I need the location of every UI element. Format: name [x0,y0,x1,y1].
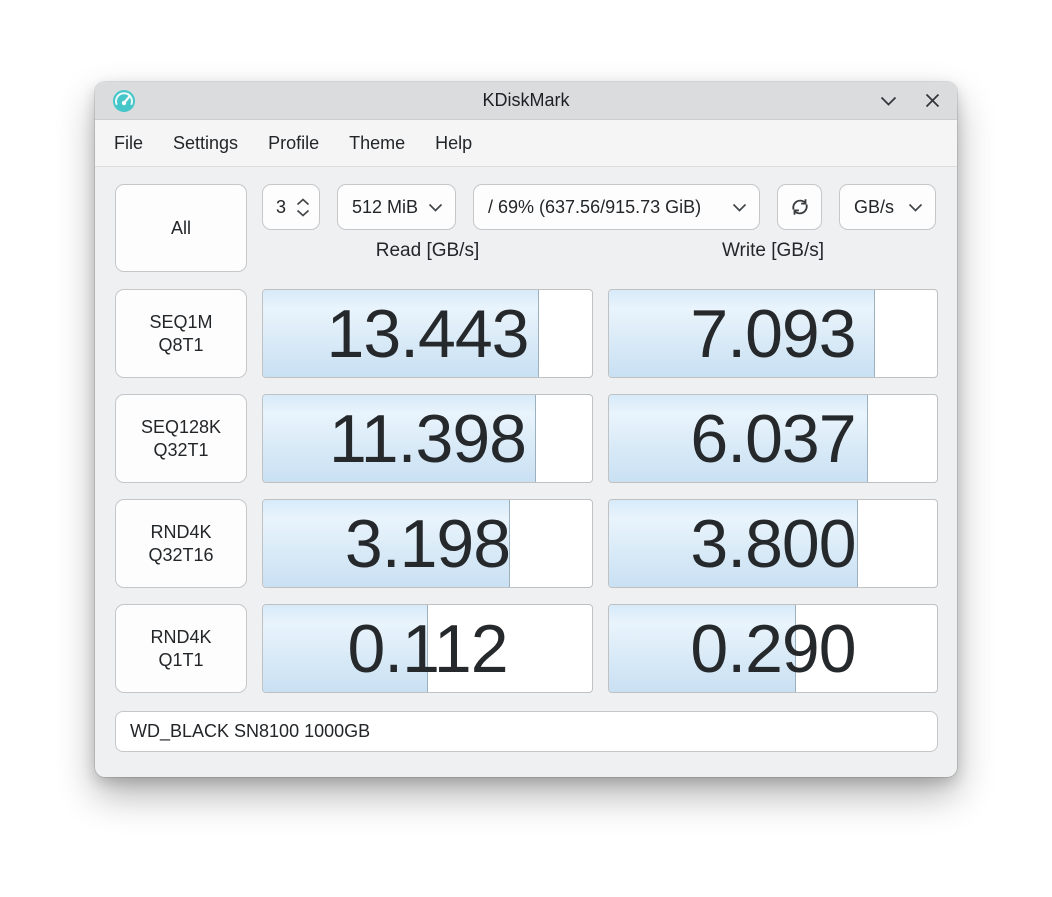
benchmark-row-seq1m-q8t1: SEQ1M Q8T1 13.443 7.093 [115,289,938,378]
close-button[interactable] [921,90,943,112]
write-result-value: 0.290 [609,605,937,692]
run-seq1m-q8t1-button[interactable]: SEQ1M Q8T1 [115,289,247,378]
shade-button[interactable] [877,90,899,112]
row-label-line2: Q32T16 [148,544,213,567]
write-result-cell: 0.290 [608,604,938,693]
window-title: KDiskMark [95,90,957,111]
device-name-value: WD_BLACK SN8100 1000GB [130,721,370,742]
write-result-value: 6.037 [609,395,937,482]
loop-count-value: 3 [276,197,286,218]
row-label-line2: Q1T1 [158,649,203,672]
titlebar[interactable]: KDiskMark [95,82,957,120]
unit-value: GB/s [854,197,894,218]
read-result-cell: 0.112 [262,604,593,693]
row-label-line1: SEQ1M [149,311,212,334]
read-result-value: 0.112 [263,605,592,692]
row-label-line1: RND4K [150,626,211,649]
block-size-dropdown[interactable]: 512 MiB [337,184,456,230]
block-size-value: 512 MiB [352,197,418,218]
read-result-value: 13.443 [263,290,592,377]
desktop: KDiskMark File Settings Profile Theme He… [0,0,1052,897]
app-speedometer-icon [111,88,137,114]
unit-dropdown[interactable]: GB/s [839,184,936,230]
chevron-down-icon [908,203,923,212]
drive-value: / 69% (637.56/915.73 GiB) [488,197,701,218]
chevron-down-icon [880,96,897,106]
chevron-down-icon [296,209,310,217]
refresh-icon [789,196,811,218]
write-column-header: Write [GB/s] [608,240,938,262]
write-result-value: 3.800 [609,500,937,587]
menu-settings[interactable]: Settings [158,127,253,160]
menu-file[interactable]: File [99,127,158,160]
run-rnd4k-q32t16-button[interactable]: RND4K Q32T16 [115,499,247,588]
write-result-cell: 3.800 [608,499,938,588]
read-result-cell: 13.443 [262,289,593,378]
benchmark-row-seq128k-q32t1: SEQ128K Q32T1 11.398 6.037 [115,394,938,483]
close-icon [925,93,940,108]
write-result-cell: 7.093 [608,289,938,378]
read-result-value: 3.198 [263,500,592,587]
chevron-up-icon [296,198,310,206]
menu-help[interactable]: Help [420,127,487,160]
read-result-cell: 11.398 [262,394,593,483]
write-result-value: 7.093 [609,290,937,377]
benchmark-row-rnd4k-q1t1: RND4K Q1T1 0.112 0.290 [115,604,938,693]
read-result-cell: 3.198 [262,499,593,588]
kdiskmark-window: KDiskMark File Settings Profile Theme He… [95,82,957,777]
write-result-cell: 6.037 [608,394,938,483]
row-label-line2: Q32T1 [153,439,208,462]
benchmark-row-rnd4k-q32t16: RND4K Q32T16 3.198 3.800 [115,499,938,588]
row-label-line1: RND4K [150,521,211,544]
chevron-down-icon [732,203,747,212]
read-result-value: 11.398 [263,395,592,482]
main-content: All 3 512 MiB [95,167,957,777]
drive-dropdown[interactable]: / 69% (637.56/915.73 GiB) [473,184,760,230]
run-seq128k-q32t1-button[interactable]: SEQ128K Q32T1 [115,394,247,483]
loop-count-spinner[interactable]: 3 [262,184,320,230]
chevron-down-icon [428,203,443,212]
run-rnd4k-q1t1-button[interactable]: RND4K Q1T1 [115,604,247,693]
menu-profile[interactable]: Profile [253,127,334,160]
refresh-drives-button[interactable] [777,184,822,230]
row-label-line2: Q8T1 [158,334,203,357]
run-all-button[interactable]: All [115,184,247,272]
menu-theme[interactable]: Theme [334,127,420,160]
device-name-field[interactable]: WD_BLACK SN8100 1000GB [115,711,938,752]
row-label-line1: SEQ128K [141,416,221,439]
read-column-header: Read [GB/s] [262,240,593,262]
menubar: File Settings Profile Theme Help [95,120,957,167]
